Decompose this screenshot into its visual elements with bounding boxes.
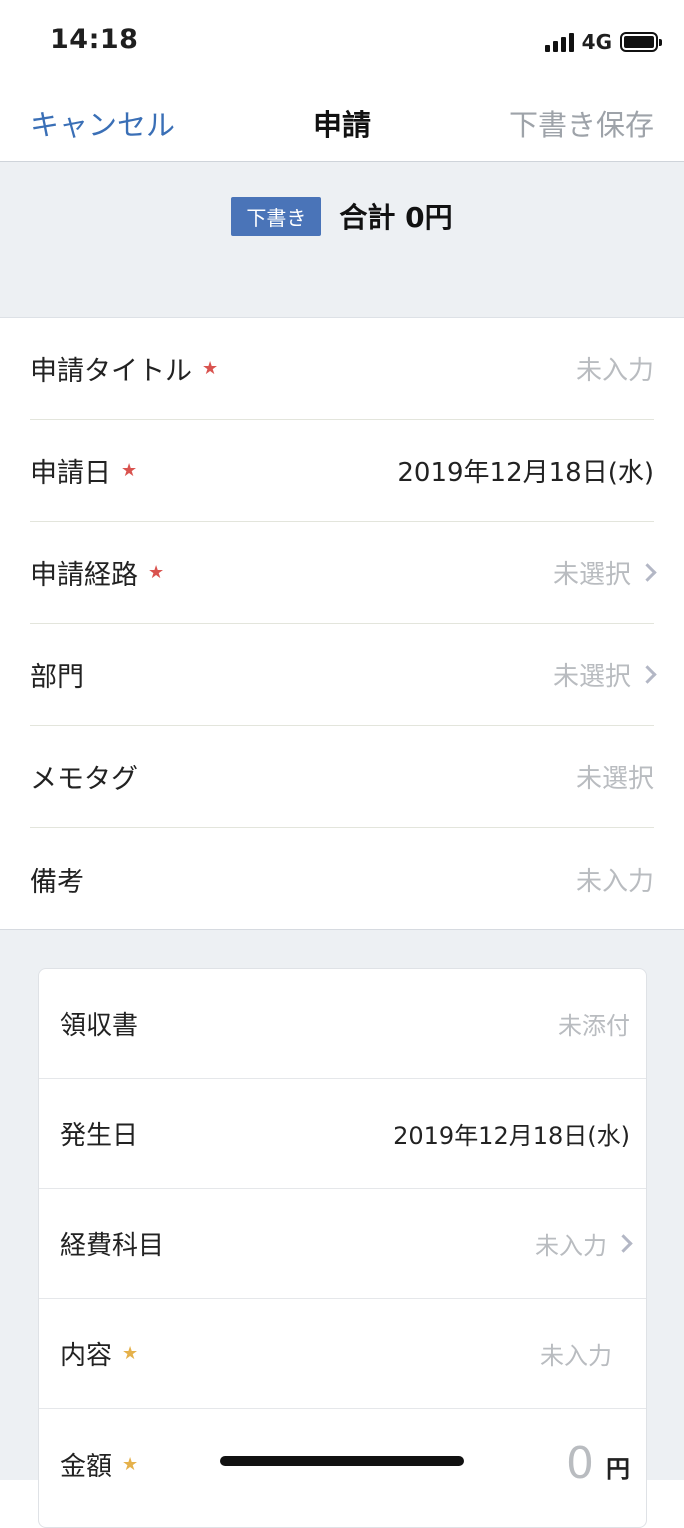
nav-bar: キャンセル 申請 下書き保存 [0,84,684,162]
status-bar: 14:18 4G [0,0,684,84]
required-star-icon: ★ [202,358,219,379]
receipt-row[interactable]: 領収書 未添付 [39,969,646,1079]
application-date-value: 2019年12月18日(水) [397,458,654,488]
status-time: 14:18 [50,24,139,55]
department-row[interactable]: 部門 未選択 [30,624,657,726]
receipt-value: 未添付 [558,1012,630,1040]
amount-unit: 円 [606,1455,630,1483]
title-row[interactable]: 申請タイトル ★ 未入力 [30,318,654,420]
amount-value: 0 円 [566,1442,630,1486]
status-indicators: 4G [544,30,662,54]
battery-icon [620,32,662,52]
approval-route-value: 未選択 [553,554,657,591]
receipt-label: 領収書 [60,1011,139,1041]
occurrence-date-row[interactable]: 発生日 2019年12月18日(水) [39,1079,646,1189]
expense-category-label: 経費科目 [60,1231,165,1261]
occurrence-date-value: 2019年12月18日(水) [393,1122,630,1150]
expense-category-row[interactable]: 経費科目 未入力 [39,1189,646,1299]
department-value: 未選択 [553,656,657,693]
occurrence-date-label: 発生日 [60,1121,139,1151]
required-star-icon: ★ [122,1453,139,1475]
amount-label: 金額 ★ [60,1451,139,1482]
application-date-row[interactable]: 申請日 ★ 2019年12月18日(水) [30,420,654,522]
remarks-row[interactable]: 備考 未入力 [30,828,654,930]
application-form: 申請タイトル ★ 未入力 申請日 ★ 2019年12月18日(水) 申請経路 ★ 未選… [0,318,684,930]
memo-tag-label: メモタグ [30,764,138,795]
approval-route-label: 申請経路 ★ [30,560,165,591]
save-draft-button[interactable]: 下書き保存 [509,102,654,144]
expense-category-value: 未入力 [535,1226,633,1261]
remarks-value: 未入力 [575,866,654,897]
application-date-label: 申請日 ★ [30,458,138,489]
network-label: 4G [581,30,612,54]
chevron-right-icon [638,665,657,684]
amount-input[interactable]: 0 [566,1442,594,1486]
memo-tag-value: 未選択 [575,764,654,794]
expense-card: 領収書 未添付 発生日 2019年12月18日(水) 経費科目 未入力 内容 ★ … [38,968,647,1528]
approval-route-row[interactable]: 申請経路 ★ 未選択 [30,522,657,624]
department-label: 部門 [30,662,84,693]
summary-header: 下書き 合計 0円 [0,196,684,236]
description-value: 未入力 [540,1342,612,1370]
memo-tag-row[interactable]: メモタグ 未選択 [30,726,654,828]
chevron-right-icon [614,1234,633,1253]
title-label: 申請タイトル ★ [30,356,219,387]
summary-band: 下書き 合計 0円 [0,162,684,318]
description-row[interactable]: 内容 ★ 未入力 [39,1299,646,1409]
description-label: 内容 ★ [60,1341,139,1371]
signal-icon [544,32,574,52]
required-star-icon: ★ [121,460,138,481]
status-badge: 下書き [231,196,322,236]
title-value: 未入力 [575,356,654,386]
chevron-right-icon [638,563,657,582]
total-amount: 合計 0円 [339,201,453,234]
home-indicator [220,1456,464,1466]
remarks-label: 備考 [30,866,84,898]
required-star-icon: ★ [148,562,165,583]
required-star-icon: ★ [122,1343,139,1364]
